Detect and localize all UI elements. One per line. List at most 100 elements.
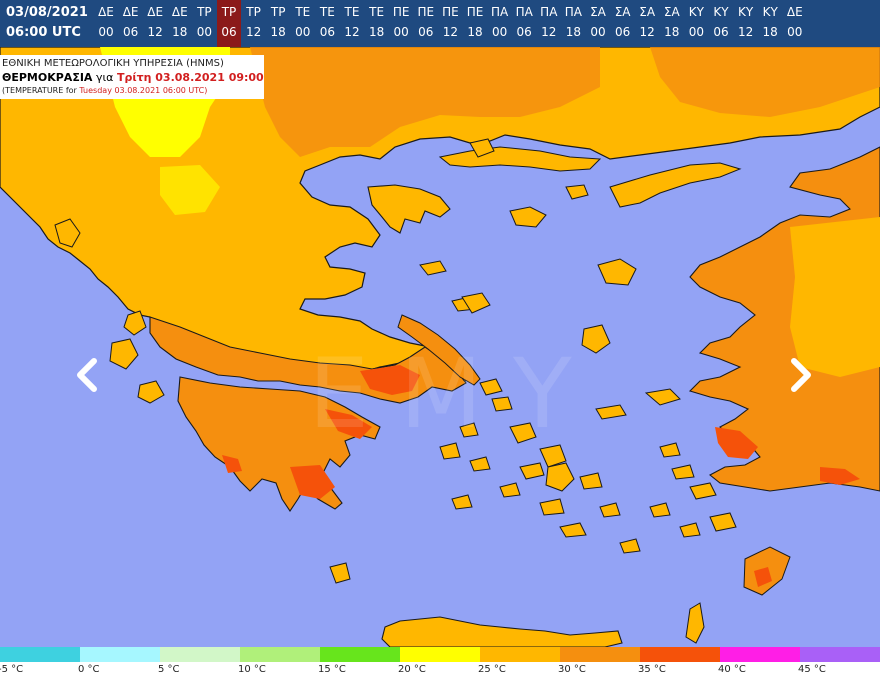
- current-time: 06:00 UTC: [6, 25, 81, 40]
- timestep-21[interactable]: ΣΑ 06: [611, 0, 635, 47]
- subtitle-prefix: (TEMPERATURE for: [2, 86, 77, 95]
- legend-label: 30 °C: [558, 664, 586, 675]
- timestep-day: ΠΑ: [490, 5, 509, 19]
- timestep-hour: 00: [295, 25, 311, 39]
- legend-swatch: [0, 647, 81, 662]
- timestep-hour: 00: [196, 25, 213, 39]
- anatolia-inner: [790, 217, 880, 377]
- timestep-6[interactable]: ΤΡ 12: [242, 0, 266, 47]
- timestep-hour: 12: [541, 25, 557, 39]
- timestep-hour: 18: [172, 25, 188, 39]
- timestep-hour: 18: [565, 25, 582, 39]
- legend-label: 45 °C: [798, 664, 826, 675]
- legend-label: 20 °C: [398, 664, 426, 675]
- timestep-hour: 00: [787, 25, 803, 39]
- timestep-13[interactable]: ΠΕ 06: [414, 0, 438, 47]
- legend-label: 35 °C: [638, 664, 666, 675]
- legend-swatch: [480, 647, 561, 662]
- timestep-day: ΔΕ: [98, 5, 114, 19]
- timestep-day: ΔΕ: [171, 5, 188, 19]
- timestep-9[interactable]: ΤΕ 06: [315, 0, 339, 47]
- timestep-1[interactable]: ΔΕ 06: [119, 0, 143, 47]
- timestep-hour: 06: [221, 25, 237, 39]
- timestep-day: ΔΕ: [147, 5, 164, 19]
- timestep-day: ΠΕ: [442, 5, 459, 19]
- timestep-hour: 06: [713, 25, 729, 39]
- timestep-hour: 00: [393, 25, 409, 39]
- legend-swatch: [720, 647, 801, 662]
- for-word: για: [95, 71, 114, 84]
- timestep-day: ΤΡ: [246, 5, 261, 19]
- timestep-day: ΠΑ: [540, 5, 558, 19]
- timestep-3[interactable]: ΔΕ 18: [168, 0, 192, 47]
- timestep-hour: 06: [516, 25, 532, 39]
- timestep-hour: 18: [270, 25, 286, 39]
- legend-swatch: [400, 647, 481, 662]
- timestep-day: ΚΥ: [688, 5, 704, 19]
- legend-swatch: [320, 647, 401, 662]
- timestep-hour: 18: [664, 25, 680, 39]
- timestep-0[interactable]: ΔΕ 00: [94, 0, 118, 47]
- timestep-hour: 00: [590, 25, 606, 39]
- timestep-24[interactable]: ΚΥ 00: [684, 0, 708, 47]
- timestep-11[interactable]: ΤΕ 18: [365, 0, 389, 47]
- timestep-5[interactable]: ΤΡ 06: [217, 0, 241, 47]
- timestep-day: ΣΑ: [663, 5, 680, 19]
- timestep-12[interactable]: ΠΕ 00: [389, 0, 413, 47]
- legend-swatch: [240, 647, 321, 662]
- timestep-day: ΤΕ: [319, 5, 335, 19]
- timestep-day: ΠΕ: [466, 5, 484, 19]
- timestep-day: ΤΡ: [221, 5, 237, 19]
- legend-swatch: [800, 647, 880, 662]
- timestep-18[interactable]: ΠΑ 12: [537, 0, 561, 47]
- timestep-hour: 12: [737, 25, 754, 39]
- legend-label: 25 °C: [478, 664, 506, 675]
- timestep-hour: 06: [319, 25, 336, 39]
- timestep-10[interactable]: ΤΕ 12: [340, 0, 364, 47]
- timestep-day: ΠΕ: [417, 5, 435, 19]
- map-canvas: Ε Μ Υ: [0, 47, 880, 647]
- timestep-7[interactable]: ΤΡ 18: [266, 0, 290, 47]
- timestep-day: ΤΕ: [344, 5, 360, 19]
- legend-swatch: [160, 647, 241, 662]
- timestep-19[interactable]: ΠΑ 18: [561, 0, 585, 47]
- timestep-day: ΤΡ: [270, 5, 286, 19]
- timestep-hour: 12: [147, 25, 163, 39]
- timestep-15[interactable]: ΠΕ 18: [463, 0, 487, 47]
- watermark: Ε Μ Υ: [308, 338, 572, 450]
- timestep-17[interactable]: ΠΑ 06: [512, 0, 536, 47]
- timestep-day: ΔΕ: [122, 5, 139, 19]
- timestep-23[interactable]: ΣΑ 18: [660, 0, 684, 47]
- timestep-4[interactable]: ΤΡ 00: [192, 0, 216, 47]
- timestep-26[interactable]: ΚΥ 12: [734, 0, 758, 47]
- parameter-name: ΘΕΡΜΟΚΡΑΣΙΑ: [2, 71, 93, 84]
- legend-label: 10 °C: [238, 664, 266, 675]
- chevron-left-icon: [77, 358, 97, 392]
- legend-label: -5 °C: [0, 664, 24, 675]
- timestep-day: ΚΥ: [762, 5, 778, 19]
- agency-name: ΕΘΝΙΚΗ ΜΕΤΕΩΡΟΛΟΓΙΚΗ ΥΠΗΡΕΣΙΑ (HNMS): [2, 58, 224, 69]
- timestep-hour: 18: [467, 25, 483, 39]
- timestep-8[interactable]: ΤΕ 00: [291, 0, 315, 47]
- timestep-hour: 12: [442, 25, 459, 39]
- legend-label: 40 °C: [718, 664, 746, 675]
- legend-swatch: [80, 647, 161, 662]
- timestep-hour: 00: [491, 25, 508, 39]
- timestep-14[interactable]: ΠΕ 12: [438, 0, 462, 47]
- timestep-27[interactable]: ΚΥ 18: [758, 0, 782, 47]
- timestep-2[interactable]: ΔΕ 12: [143, 0, 167, 47]
- timestep-hour: 12: [639, 25, 655, 39]
- prev-button[interactable]: [70, 355, 102, 395]
- timestep-16[interactable]: ΠΑ 00: [488, 0, 512, 47]
- timestep-hour: 18: [762, 25, 778, 39]
- current-datetime: 03/08/2021 06:00 UTC: [0, 0, 92, 47]
- timestep-day: ΤΕ: [369, 5, 385, 19]
- next-button[interactable]: [786, 355, 818, 395]
- timestep-day: ΠΑ: [564, 5, 582, 19]
- timestep-25[interactable]: ΚΥ 06: [709, 0, 733, 47]
- temperature-map: Ε Μ Υ: [0, 47, 880, 647]
- timestep-22[interactable]: ΣΑ 12: [635, 0, 659, 47]
- timestep-20[interactable]: ΣΑ 00: [586, 0, 610, 47]
- timestep-28[interactable]: ΔΕ 00: [783, 0, 807, 47]
- legend-label: 0 °C: [78, 664, 100, 675]
